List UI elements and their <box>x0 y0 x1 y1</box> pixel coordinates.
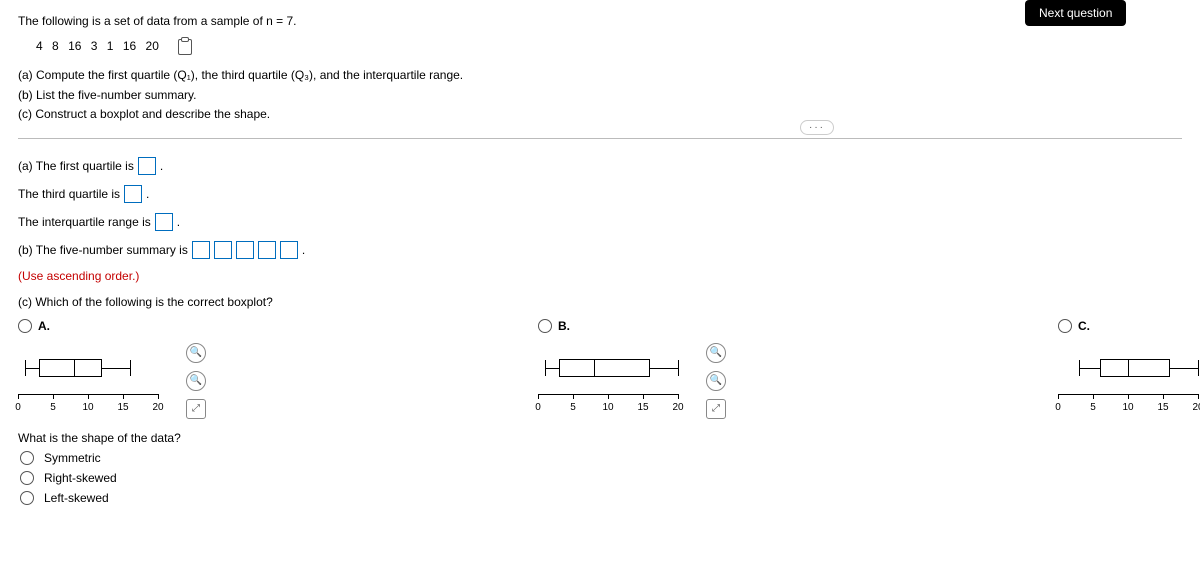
expand-icon[interactable]: ⤢ <box>186 399 206 419</box>
five-num-input-4[interactable] <box>258 241 276 259</box>
period: . <box>146 187 149 201</box>
five-num-input-2[interactable] <box>214 241 232 259</box>
five-num-hint: (Use ascending order.) <box>18 269 1182 283</box>
boxplot-option-b: B. 0 5 10 15 20 🔍 🔍 ⤢ <box>538 319 698 413</box>
tick-label: 5 <box>1090 402 1096 413</box>
boxplot-option-c: C. 0 5 10 15 20 🔍 🔍 ⤢ <box>1058 319 1200 413</box>
q3-input[interactable] <box>124 185 142 203</box>
shape-question: What is the shape of the data? <box>18 431 1182 445</box>
boxplot-b: 0 5 10 15 20 🔍 🔍 ⤢ <box>538 343 698 413</box>
data-value: 16 <box>123 37 136 56</box>
tick-label: 5 <box>570 402 576 413</box>
tick-label: 5 <box>50 402 56 413</box>
part-b-text: (b) List the five-number summary. <box>18 86 1182 105</box>
radio-symmetric[interactable] <box>20 451 34 465</box>
period: . <box>302 243 305 257</box>
zoom-out-icon[interactable]: 🔍 <box>186 371 206 391</box>
expand-icon[interactable]: ⤢ <box>706 399 726 419</box>
shape-option-right-skewed: Right-skewed <box>44 471 117 485</box>
iqr-label: The interquartile range is <box>18 215 151 229</box>
more-options-button[interactable]: ··· <box>800 120 834 135</box>
period: . <box>177 215 180 229</box>
period: . <box>160 159 163 173</box>
boxplot-a: 0 5 10 15 20 🔍 🔍 ⤢ <box>18 343 178 413</box>
data-value: 3 <box>91 37 98 56</box>
radio-left-skewed[interactable] <box>20 491 34 505</box>
data-value: 8 <box>52 37 59 56</box>
tick-label: 20 <box>1192 402 1200 413</box>
next-question-button[interactable]: Next question <box>1025 0 1126 26</box>
tick-label: 0 <box>1055 402 1061 413</box>
radio-option-b[interactable] <box>538 319 552 333</box>
tick-label: 10 <box>1122 402 1133 413</box>
option-a-label: A. <box>38 319 50 333</box>
zoom-in-icon[interactable]: 🔍 <box>186 343 206 363</box>
q1-input[interactable] <box>138 157 156 175</box>
part-c-text: (c) Construct a boxplot and describe the… <box>18 105 1182 124</box>
tick-label: 15 <box>1157 402 1168 413</box>
part-c-question: (c) Which of the following is the correc… <box>18 295 1182 309</box>
tick-label: 0 <box>15 402 21 413</box>
data-value: 20 <box>146 37 159 56</box>
shape-option-symmetric: Symmetric <box>44 451 101 465</box>
data-value: 4 <box>36 37 43 56</box>
five-num-input-3[interactable] <box>236 241 254 259</box>
tick-label: 15 <box>637 402 648 413</box>
boxplot-option-a: A. 0 5 10 15 20 🔍 🔍 ⤢ <box>18 319 178 413</box>
radio-option-c[interactable] <box>1058 319 1072 333</box>
five-num-input-5[interactable] <box>280 241 298 259</box>
q1-label: (a) The first quartile is <box>18 159 134 173</box>
data-values-row: 4 8 16 3 1 16 20 <box>36 37 1182 56</box>
five-num-input-1[interactable] <box>192 241 210 259</box>
part-a-text: (a) Compute the first quartile (Q₁), the… <box>18 66 1182 85</box>
tick-label: 20 <box>152 402 163 413</box>
five-num-label: (b) The five-number summary is <box>18 243 188 257</box>
boxplot-c: 0 5 10 15 20 🔍 🔍 ⤢ <box>1058 343 1200 413</box>
tick-label: 15 <box>117 402 128 413</box>
tick-label: 10 <box>82 402 93 413</box>
problem-intro: The following is a set of data from a sa… <box>18 12 1182 31</box>
radio-right-skewed[interactable] <box>20 471 34 485</box>
copy-data-icon[interactable] <box>178 39 192 55</box>
tick-label: 20 <box>672 402 683 413</box>
problem-statement: The following is a set of data from a sa… <box>18 12 1182 124</box>
divider <box>18 138 1182 139</box>
data-value: 16 <box>68 37 81 56</box>
shape-option-left-skewed: Left-skewed <box>44 491 109 505</box>
option-b-label: B. <box>558 319 570 333</box>
tick-label: 10 <box>602 402 613 413</box>
next-question-label: Next question <box>1039 6 1112 20</box>
q3-label: The third quartile is <box>18 187 120 201</box>
zoom-in-icon[interactable]: 🔍 <box>706 343 726 363</box>
iqr-input[interactable] <box>155 213 173 231</box>
zoom-out-icon[interactable]: 🔍 <box>706 371 726 391</box>
data-value: 1 <box>107 37 114 56</box>
option-c-label: C. <box>1078 319 1090 333</box>
tick-label: 0 <box>535 402 541 413</box>
radio-option-a[interactable] <box>18 319 32 333</box>
